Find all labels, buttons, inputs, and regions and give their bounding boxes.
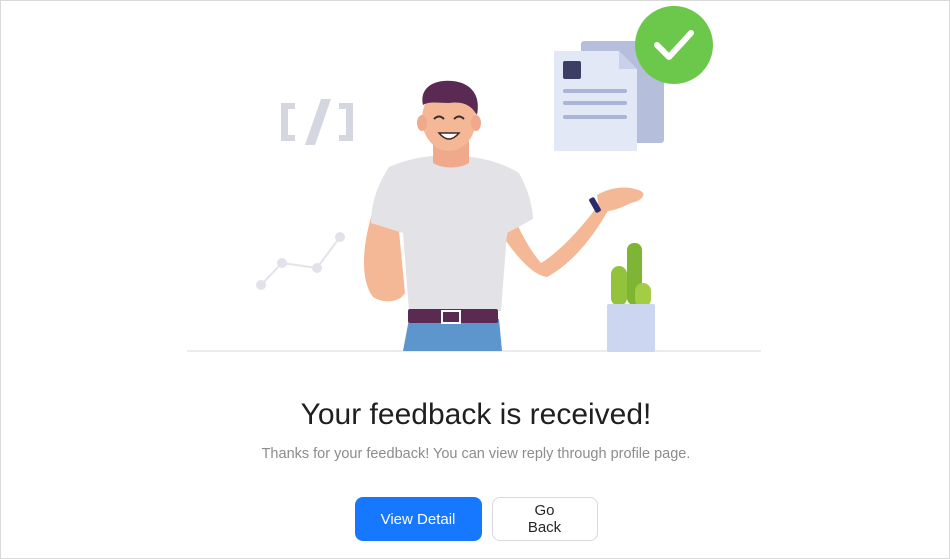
code-brackets-icon xyxy=(281,99,353,145)
success-illustration xyxy=(187,6,761,352)
result-title: Your feedback is received! xyxy=(300,398,652,431)
line-chart-icon xyxy=(256,232,345,290)
result-card: Your feedback is received! Thanks for yo… xyxy=(0,0,950,559)
result-actions: View Detail Go Back xyxy=(1,497,950,541)
view-detail-button[interactable]: View Detail xyxy=(354,497,482,541)
checkmark-icon xyxy=(635,6,713,84)
cactus-plant xyxy=(607,243,655,352)
result-subtitle: Thanks for your feedback! You can view r… xyxy=(261,446,691,462)
go-back-button[interactable]: Go Back xyxy=(491,497,598,541)
